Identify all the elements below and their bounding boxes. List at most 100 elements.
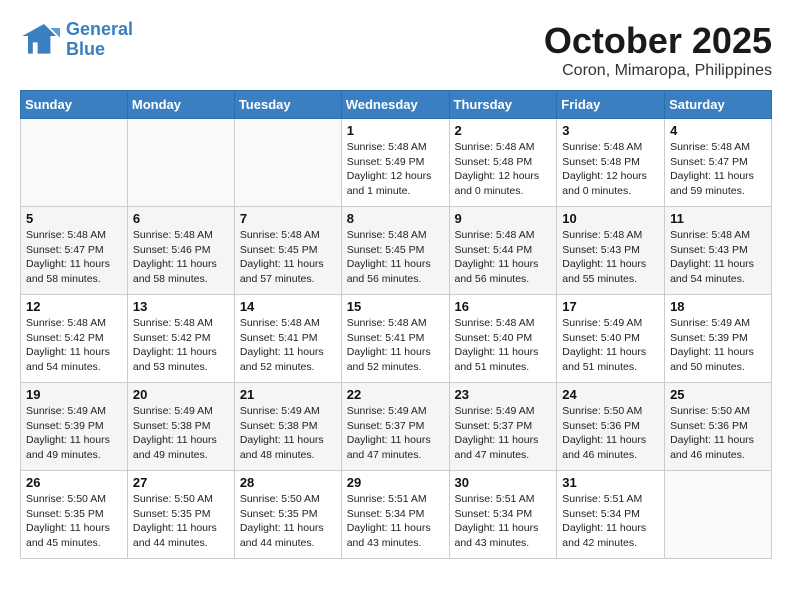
logo: General Blue: [20, 20, 133, 60]
day-number-17: 17: [562, 299, 659, 314]
day-info-16: Sunrise: 5:48 AM Sunset: 5:40 PM Dayligh…: [455, 316, 552, 375]
day-info-24: Sunrise: 5:50 AM Sunset: 5:36 PM Dayligh…: [562, 404, 659, 463]
calendar-empty-cell: [234, 119, 341, 207]
calendar-day-25: 25 Sunrise: 5:50 AM Sunset: 5:36 PM Dayli…: [665, 383, 772, 471]
calendar-day-21: 21Sunrise: 5:49 AM Sunset: 5:38 PM Dayli…: [234, 383, 341, 471]
calendar-week-2: 5 Sunrise: 5:48 AM Sunset: 5:47 PM Daylig…: [21, 207, 772, 295]
calendar-day-11: 11 Sunrise: 5:48 AM Sunset: 5:43 PM Dayli…: [665, 207, 772, 295]
logo-icon: [20, 20, 60, 60]
day-number-26: 26: [26, 475, 122, 490]
day-info-12: Sunrise: 5:48 AM Sunset: 5:42 PM Dayligh…: [26, 316, 122, 375]
day-number-8: 8: [347, 211, 444, 226]
day-number-31: 31: [562, 475, 659, 490]
calendar-body: 1Sunrise: 5:48 AM Sunset: 5:49 PM Daylig…: [21, 119, 772, 559]
calendar-day-15: 15 Sunrise: 5:48 AM Sunset: 5:41 PM Dayli…: [341, 295, 449, 383]
day-number-10: 10: [562, 211, 659, 226]
day-info-27: Sunrise: 5:50 AM Sunset: 5:35 PM Dayligh…: [133, 492, 229, 551]
day-number-27: 27: [133, 475, 229, 490]
day-number-28: 28: [240, 475, 336, 490]
day-number-29: 29: [347, 475, 444, 490]
day-number-6: 6: [133, 211, 229, 226]
page-header: General Blue October 2025 Coron, Mimarop…: [20, 20, 772, 80]
calendar-week-3: 12 Sunrise: 5:48 AM Sunset: 5:42 PM Dayli…: [21, 295, 772, 383]
weekday-header-monday: Monday: [127, 91, 234, 119]
day-info-20: Sunrise: 5:49 AM Sunset: 5:38 PM Dayligh…: [133, 404, 229, 463]
weekday-header-saturday: Saturday: [665, 91, 772, 119]
day-number-4: 4: [670, 123, 766, 138]
calendar-day-1: 1Sunrise: 5:48 AM Sunset: 5:49 PM Daylig…: [341, 119, 449, 207]
location-subtitle: Coron, Mimaropa, Philippines: [544, 62, 772, 80]
day-info-2: Sunrise: 5:48 AM Sunset: 5:48 PM Dayligh…: [455, 140, 552, 199]
weekday-header-friday: Friday: [557, 91, 665, 119]
logo-line2: Blue: [66, 39, 105, 59]
day-number-15: 15: [347, 299, 444, 314]
day-number-3: 3: [562, 123, 659, 138]
calendar-day-20: 20Sunrise: 5:49 AM Sunset: 5:38 PM Dayli…: [127, 383, 234, 471]
calendar-table: SundayMondayTuesdayWednesdayThursdayFrid…: [20, 90, 772, 559]
logo-line1: General: [66, 19, 133, 39]
day-number-9: 9: [455, 211, 552, 226]
calendar-day-13: 13 Sunrise: 5:48 AM Sunset: 5:42 PM Dayli…: [127, 295, 234, 383]
calendar-day-12: 12 Sunrise: 5:48 AM Sunset: 5:42 PM Dayli…: [21, 295, 128, 383]
day-info-13: Sunrise: 5:48 AM Sunset: 5:42 PM Dayligh…: [133, 316, 229, 375]
day-info-14: Sunrise: 5:48 AM Sunset: 5:41 PM Dayligh…: [240, 316, 336, 375]
day-info-31: Sunrise: 5:51 AM Sunset: 5:34 PM Dayligh…: [562, 492, 659, 551]
day-number-21: 21: [240, 387, 336, 402]
calendar-day-24: 24Sunrise: 5:50 AM Sunset: 5:36 PM Dayli…: [557, 383, 665, 471]
day-info-5: Sunrise: 5:48 AM Sunset: 5:47 PM Dayligh…: [26, 228, 122, 287]
day-number-13: 13: [133, 299, 229, 314]
calendar-week-4: 19Sunrise: 5:49 AM Sunset: 5:39 PM Dayli…: [21, 383, 772, 471]
calendar-day-2: 2 Sunrise: 5:48 AM Sunset: 5:48 PM Daylig…: [449, 119, 557, 207]
day-number-5: 5: [26, 211, 122, 226]
calendar-day-5: 5 Sunrise: 5:48 AM Sunset: 5:47 PM Daylig…: [21, 207, 128, 295]
calendar-day-9: 9 Sunrise: 5:48 AM Sunset: 5:44 PM Daylig…: [449, 207, 557, 295]
day-info-15: Sunrise: 5:48 AM Sunset: 5:41 PM Dayligh…: [347, 316, 444, 375]
day-info-25: Sunrise: 5:50 AM Sunset: 5:36 PM Dayligh…: [670, 404, 766, 463]
day-number-25: 25: [670, 387, 766, 402]
calendar-day-10: 10 Sunrise: 5:48 AM Sunset: 5:43 PM Dayli…: [557, 207, 665, 295]
day-info-3: Sunrise: 5:48 AM Sunset: 5:48 PM Dayligh…: [562, 140, 659, 199]
weekday-header-tuesday: Tuesday: [234, 91, 341, 119]
day-info-18: Sunrise: 5:49 AM Sunset: 5:39 PM Dayligh…: [670, 316, 766, 375]
day-number-16: 16: [455, 299, 552, 314]
calendar-day-16: 16 Sunrise: 5:48 AM Sunset: 5:40 PM Dayli…: [449, 295, 557, 383]
calendar-day-6: 6Sunrise: 5:48 AM Sunset: 5:46 PM Daylig…: [127, 207, 234, 295]
calendar-day-14: 14 Sunrise: 5:48 AM Sunset: 5:41 PM Dayli…: [234, 295, 341, 383]
day-info-4: Sunrise: 5:48 AM Sunset: 5:47 PM Dayligh…: [670, 140, 766, 199]
calendar-header: SundayMondayTuesdayWednesdayThursdayFrid…: [21, 91, 772, 119]
calendar-day-7: 7Sunrise: 5:48 AM Sunset: 5:45 PM Daylig…: [234, 207, 341, 295]
day-info-28: Sunrise: 5:50 AM Sunset: 5:35 PM Dayligh…: [240, 492, 336, 551]
calendar-day-31: 31 Sunrise: 5:51 AM Sunset: 5:34 PM Dayli…: [557, 471, 665, 559]
day-number-1: 1: [347, 123, 444, 138]
day-number-12: 12: [26, 299, 122, 314]
calendar-empty-cell: [21, 119, 128, 207]
calendar-day-19: 19Sunrise: 5:49 AM Sunset: 5:39 PM Dayli…: [21, 383, 128, 471]
day-info-17: Sunrise: 5:49 AM Sunset: 5:40 PM Dayligh…: [562, 316, 659, 375]
calendar-day-8: 8Sunrise: 5:48 AM Sunset: 5:45 PM Daylig…: [341, 207, 449, 295]
calendar-day-23: 23 Sunrise: 5:49 AM Sunset: 5:37 PM Dayli…: [449, 383, 557, 471]
calendar-day-29: 29 Sunrise: 5:51 AM Sunset: 5:34 PM Dayli…: [341, 471, 449, 559]
calendar-day-18: 18 Sunrise: 5:49 AM Sunset: 5:39 PM Dayli…: [665, 295, 772, 383]
calendar-day-28: 28 Sunrise: 5:50 AM Sunset: 5:35 PM Dayli…: [234, 471, 341, 559]
day-number-14: 14: [240, 299, 336, 314]
day-info-11: Sunrise: 5:48 AM Sunset: 5:43 PM Dayligh…: [670, 228, 766, 287]
weekday-header-thursday: Thursday: [449, 91, 557, 119]
day-info-30: Sunrise: 5:51 AM Sunset: 5:34 PM Dayligh…: [455, 492, 552, 551]
day-info-22: Sunrise: 5:49 AM Sunset: 5:37 PM Dayligh…: [347, 404, 444, 463]
day-info-10: Sunrise: 5:48 AM Sunset: 5:43 PM Dayligh…: [562, 228, 659, 287]
day-info-29: Sunrise: 5:51 AM Sunset: 5:34 PM Dayligh…: [347, 492, 444, 551]
day-info-23: Sunrise: 5:49 AM Sunset: 5:37 PM Dayligh…: [455, 404, 552, 463]
month-title: October 2025: [544, 20, 772, 62]
day-number-11: 11: [670, 211, 766, 226]
day-number-23: 23: [455, 387, 552, 402]
day-number-18: 18: [670, 299, 766, 314]
calendar-day-3: 3 Sunrise: 5:48 AM Sunset: 5:48 PM Daylig…: [557, 119, 665, 207]
weekday-header-row: SundayMondayTuesdayWednesdayThursdayFrid…: [21, 91, 772, 119]
calendar-week-5: 26 Sunrise: 5:50 AM Sunset: 5:35 PM Dayli…: [21, 471, 772, 559]
calendar-day-30: 30Sunrise: 5:51 AM Sunset: 5:34 PM Dayli…: [449, 471, 557, 559]
day-number-19: 19: [26, 387, 122, 402]
day-info-26: Sunrise: 5:50 AM Sunset: 5:35 PM Dayligh…: [26, 492, 122, 551]
calendar-day-26: 26 Sunrise: 5:50 AM Sunset: 5:35 PM Dayli…: [21, 471, 128, 559]
day-number-2: 2: [455, 123, 552, 138]
day-info-9: Sunrise: 5:48 AM Sunset: 5:44 PM Dayligh…: [455, 228, 552, 287]
